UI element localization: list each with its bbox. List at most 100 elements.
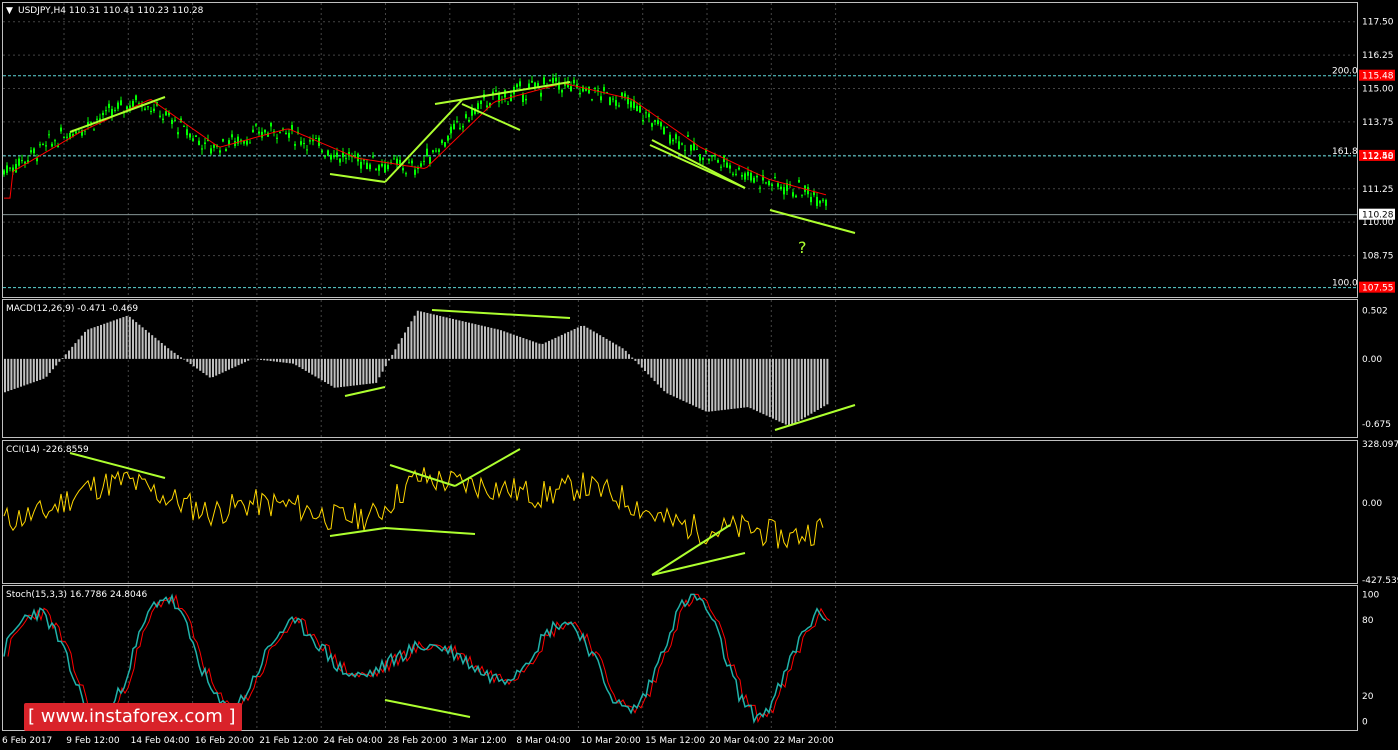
candle-body: [366, 162, 368, 170]
macd-bar: [519, 336, 522, 359]
candle-body: [219, 150, 221, 153]
macd-bar: [714, 358, 717, 411]
candle-body: [120, 100, 122, 105]
macd-bar: [192, 358, 195, 367]
macd-bar: [685, 358, 688, 403]
candle-body: [150, 110, 152, 113]
macd-bar: [234, 358, 237, 367]
candle-body: [645, 112, 647, 114]
candle-body: [381, 163, 383, 167]
macd-tick-label: -0.675: [1362, 420, 1391, 430]
candle-body: [744, 173, 746, 180]
macd-bar: [628, 354, 630, 359]
macd-bar: [183, 358, 186, 360]
candle-body: [624, 93, 626, 97]
candle-body: [324, 156, 326, 158]
candle-body: [525, 98, 527, 101]
candle-body: [393, 158, 395, 160]
candle-body: [648, 113, 650, 118]
macd-bar: [522, 338, 525, 359]
candle-body: [468, 119, 470, 122]
macd-bar: [308, 358, 310, 373]
macd-bar: [548, 340, 550, 359]
macd-bar: [80, 335, 83, 359]
macd-bar: [471, 323, 474, 359]
watermark-text[interactable]: [ www.instaforex.com ]: [28, 704, 238, 730]
macd-bar: [304, 358, 307, 371]
candle-body: [147, 106, 149, 108]
candle-body: [387, 164, 389, 170]
candle-body: [213, 144, 215, 148]
macd-bar: [388, 358, 390, 361]
candle-body: [777, 183, 779, 187]
macd-bar: [695, 358, 698, 407]
macd-bar: [346, 358, 349, 387]
candle-body: [210, 148, 212, 154]
candle-body: [477, 103, 479, 110]
candle-body: [540, 92, 542, 97]
macd-bar: [340, 358, 342, 388]
macd-bar: [544, 342, 547, 359]
macd-bar: [615, 344, 618, 359]
price-tick-label: 113.75: [1362, 118, 1394, 128]
macd-bar: [797, 358, 800, 422]
macd-bar: [423, 312, 426, 359]
candle-body: [186, 129, 188, 136]
macd-bar: [52, 358, 54, 370]
macd-bar: [356, 358, 358, 386]
candle-body: [612, 98, 614, 100]
candle-body: [435, 150, 437, 152]
macd-bar: [384, 358, 387, 367]
macd-bar: [567, 331, 570, 359]
candle-body: [333, 155, 335, 158]
macd-bar: [720, 358, 723, 411]
macd-bar: [20, 358, 22, 387]
candle-body: [48, 134, 50, 136]
candle-body: [276, 137, 278, 139]
macd-bar: [701, 358, 704, 410]
macd-bar: [493, 328, 496, 359]
macd-bar: [436, 315, 438, 359]
candle-body: [258, 131, 260, 134]
macd-bar: [295, 358, 298, 366]
candle-body: [666, 126, 668, 128]
candle-body: [378, 165, 380, 171]
candle-body: [462, 126, 464, 128]
macd-bar: [580, 325, 582, 359]
macd-bar: [276, 358, 278, 362]
candle-body: [552, 77, 554, 83]
price-tick-label: 117.50: [1362, 18, 1394, 28]
stoch-tick-label: 20: [1362, 692, 1374, 702]
macd-bar: [810, 358, 813, 414]
candle-body: [159, 115, 161, 117]
macd-bar: [816, 358, 819, 410]
candle-body: [315, 138, 317, 140]
chart-canvas[interactable]: 200.0 115.48161.8 112.48100.0 107.55110.28 …: [0, 0, 1398, 750]
trendline: [431, 309, 571, 319]
candle-body: [795, 195, 797, 198]
candle-body: [657, 120, 659, 125]
candle-body: [372, 156, 374, 158]
window-menu-icon[interactable]: ▼: [6, 6, 13, 16]
macd-bar: [672, 358, 675, 397]
trendline: [769, 209, 856, 234]
trendline: [384, 699, 471, 718]
macd-bar: [525, 339, 528, 359]
candle-body: [255, 124, 257, 126]
candle-body: [783, 187, 785, 195]
candle-body: [384, 164, 386, 173]
candle-body: [339, 158, 341, 163]
macd-bar: [765, 358, 768, 416]
trendline: [454, 448, 521, 487]
macd-bar: [90, 328, 93, 359]
candle-body: [9, 167, 11, 169]
price-tick-label: 108.75: [1362, 252, 1394, 262]
candle-body: [132, 101, 134, 108]
macd-bar: [432, 314, 435, 359]
candle-body: [441, 140, 443, 144]
candle-body: [33, 148, 35, 154]
macd-bar: [58, 358, 61, 362]
macd-bar: [55, 358, 58, 366]
candle-body: [720, 166, 722, 168]
candle-body: [246, 140, 248, 145]
